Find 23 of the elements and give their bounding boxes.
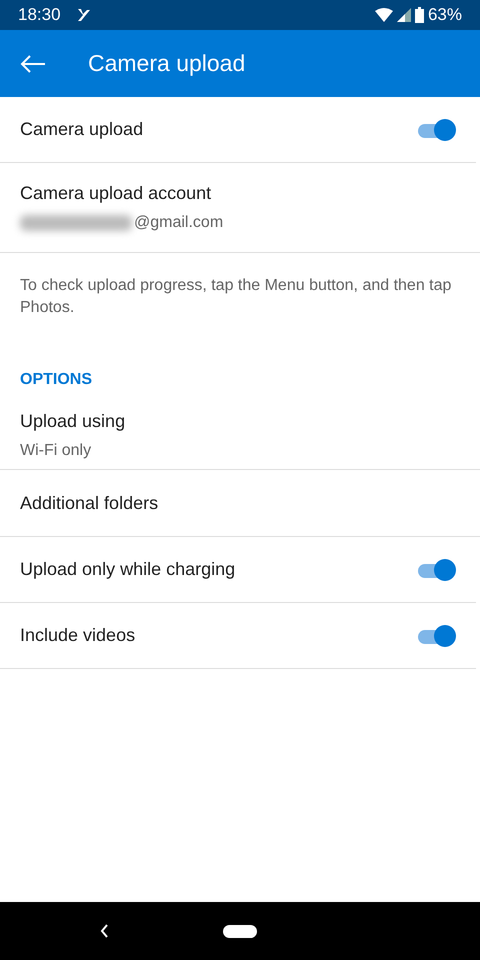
setting-value: Wi-Fi only (20, 441, 92, 462)
battery-percent: 63% (428, 4, 462, 26)
toggle-switch[interactable] (416, 118, 456, 140)
setting-label: Camera upload account (20, 182, 212, 205)
info-text: To check upload progress, tap the Menu button, and then tap Photos. (19, 276, 452, 318)
setting-label[interactable]: Additional folders (20, 490, 158, 517)
screen-title: Camera upload (88, 49, 246, 78)
setting-label: Camera upload (20, 118, 144, 141)
home-button[interactable] (223, 924, 257, 938)
setting-label[interactable]: Upload using (20, 408, 460, 436)
setting-label: Include videos (20, 624, 136, 648)
toggle-switch[interactable] (416, 624, 456, 647)
signal-icon (396, 8, 411, 22)
toggle-switch[interactable] (416, 558, 456, 581)
wifi-icon (374, 8, 393, 22)
status-time: 18:30 (18, 4, 61, 26)
section-header: OPTIONS (19, 370, 94, 390)
account-email: @gmail.com (134, 213, 224, 233)
battery-icon (414, 7, 424, 23)
back-arrow-icon[interactable] (20, 54, 46, 72)
back-icon[interactable] (100, 924, 109, 938)
notification-icon (76, 8, 91, 22)
setting-label: Upload only while charging (20, 558, 236, 582)
